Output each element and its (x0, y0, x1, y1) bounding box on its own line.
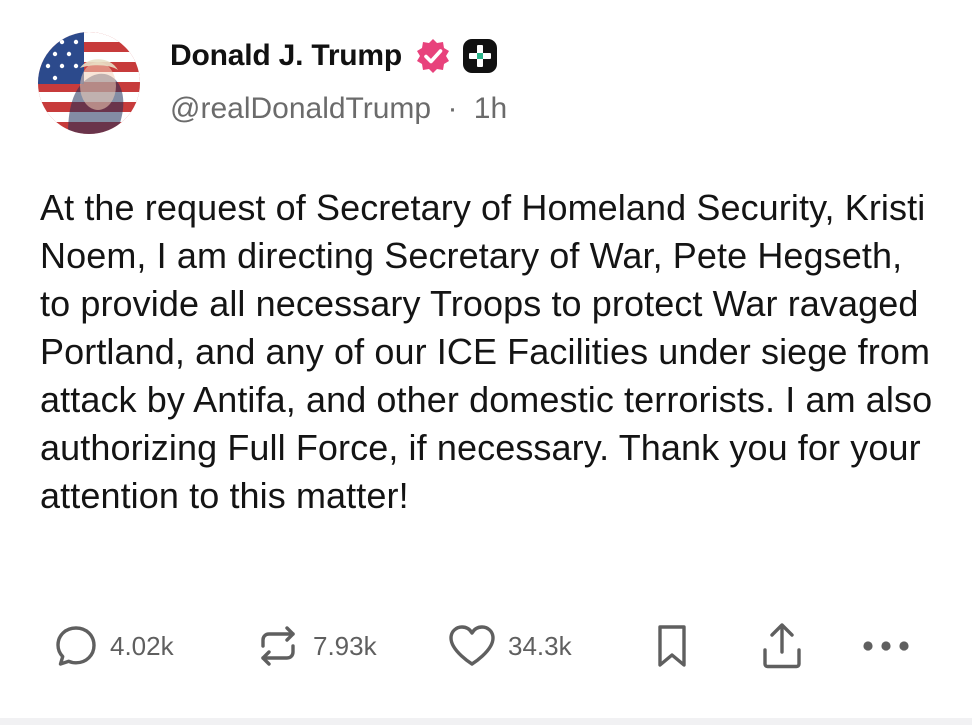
author-display-name[interactable]: Donald J. Trump (170, 39, 402, 73)
plus-badge-icon (462, 38, 498, 74)
like-button[interactable]: 34.3k (446, 618, 572, 674)
author-handle[interactable]: @realDonaldTrump (170, 92, 431, 125)
verified-badge-icon (414, 37, 452, 75)
repost-icon (253, 622, 303, 670)
repost-button[interactable]: 7.93k (253, 618, 377, 674)
repost-count: 7.93k (313, 630, 377, 661)
post-body-text: At the request of Secretary of Homeland … (40, 187, 933, 516)
post-timestamp[interactable]: 1h (474, 92, 507, 125)
bookmark-button[interactable] (652, 618, 692, 674)
share-icon (757, 620, 807, 672)
more-options-button[interactable] (858, 618, 914, 674)
reply-button[interactable]: 4.02k (52, 618, 174, 674)
author-handle-row: @realDonaldTrump · 1h (170, 92, 507, 126)
post-card: Donald J. Trump @realDonaldTrump · 1h At… (0, 0, 972, 725)
share-button[interactable] (757, 618, 807, 674)
post-action-bar: 4.02k 7.93k 34.3k (0, 618, 972, 674)
post-divider (0, 718, 972, 725)
reply-icon (52, 622, 100, 670)
heart-icon (446, 622, 498, 670)
bookmark-icon (652, 621, 692, 671)
author-name-row: Donald J. Trump (170, 34, 498, 78)
meta-separator: · (447, 92, 458, 125)
reply-count: 4.02k (110, 630, 174, 661)
like-count: 34.3k (508, 630, 572, 661)
more-icon (858, 636, 914, 656)
avatar[interactable] (38, 32, 140, 134)
